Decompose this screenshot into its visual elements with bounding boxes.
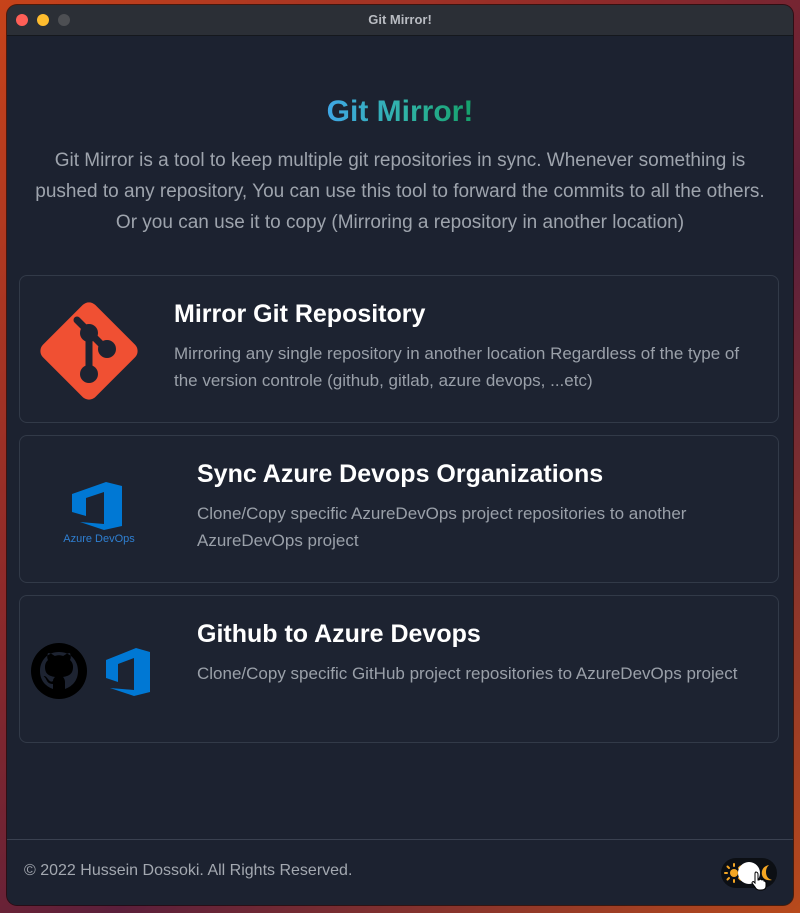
card-title: Mirror Git Repository	[174, 300, 426, 328]
card-description: Clone/Copy specific GitHub project repos…	[197, 664, 738, 683]
card-description: Mirroring any single repository in anoth…	[174, 344, 740, 390]
sync-azure-devops-card[interactable]: Azure DevOps Sync Azure Devops Organizat…	[19, 435, 779, 583]
page-title: Git Mirror!	[7, 92, 793, 132]
app-window: Git Mirror! Git Mirror! Git Mirror is a …	[7, 5, 793, 905]
card-title: Sync Azure Devops Organizations	[197, 460, 604, 488]
pointer-hand-icon	[751, 871, 767, 891]
azure-devops-logo-icon	[102, 646, 156, 698]
page-title-text: Git Mirror!	[326, 95, 474, 128]
github-to-azure-devops-card[interactable]: Github to Azure Devops Clone/Copy specif…	[19, 595, 779, 743]
main-content: Git Mirror! Git Mirror is a tool to keep…	[7, 36, 793, 905]
azure-devops-logo-caption: Azure DevOps	[63, 533, 135, 545]
footer-divider	[7, 839, 793, 840]
git-logo-icon	[28, 290, 150, 412]
card-description: Clone/Copy specific AzureDevOps project …	[197, 504, 687, 550]
github-logo-icon	[30, 642, 88, 700]
azure-devops-logo-icon: Azure DevOps	[56, 480, 142, 550]
mirror-git-repository-card[interactable]: Mirror Git Repository Mirroring any sing…	[19, 275, 779, 423]
window-title: Git Mirror!	[368, 12, 432, 27]
title-bar: Git Mirror!	[7, 5, 793, 36]
card-title: Github to Azure Devops	[197, 620, 481, 648]
copyright-text: © 2022 Hussein Dossoki. All Rights Reser…	[24, 862, 353, 879]
theme-toggle[interactable]	[721, 858, 777, 891]
intro-text: Git Mirror is a tool to keep multiple gi…	[35, 150, 765, 233]
